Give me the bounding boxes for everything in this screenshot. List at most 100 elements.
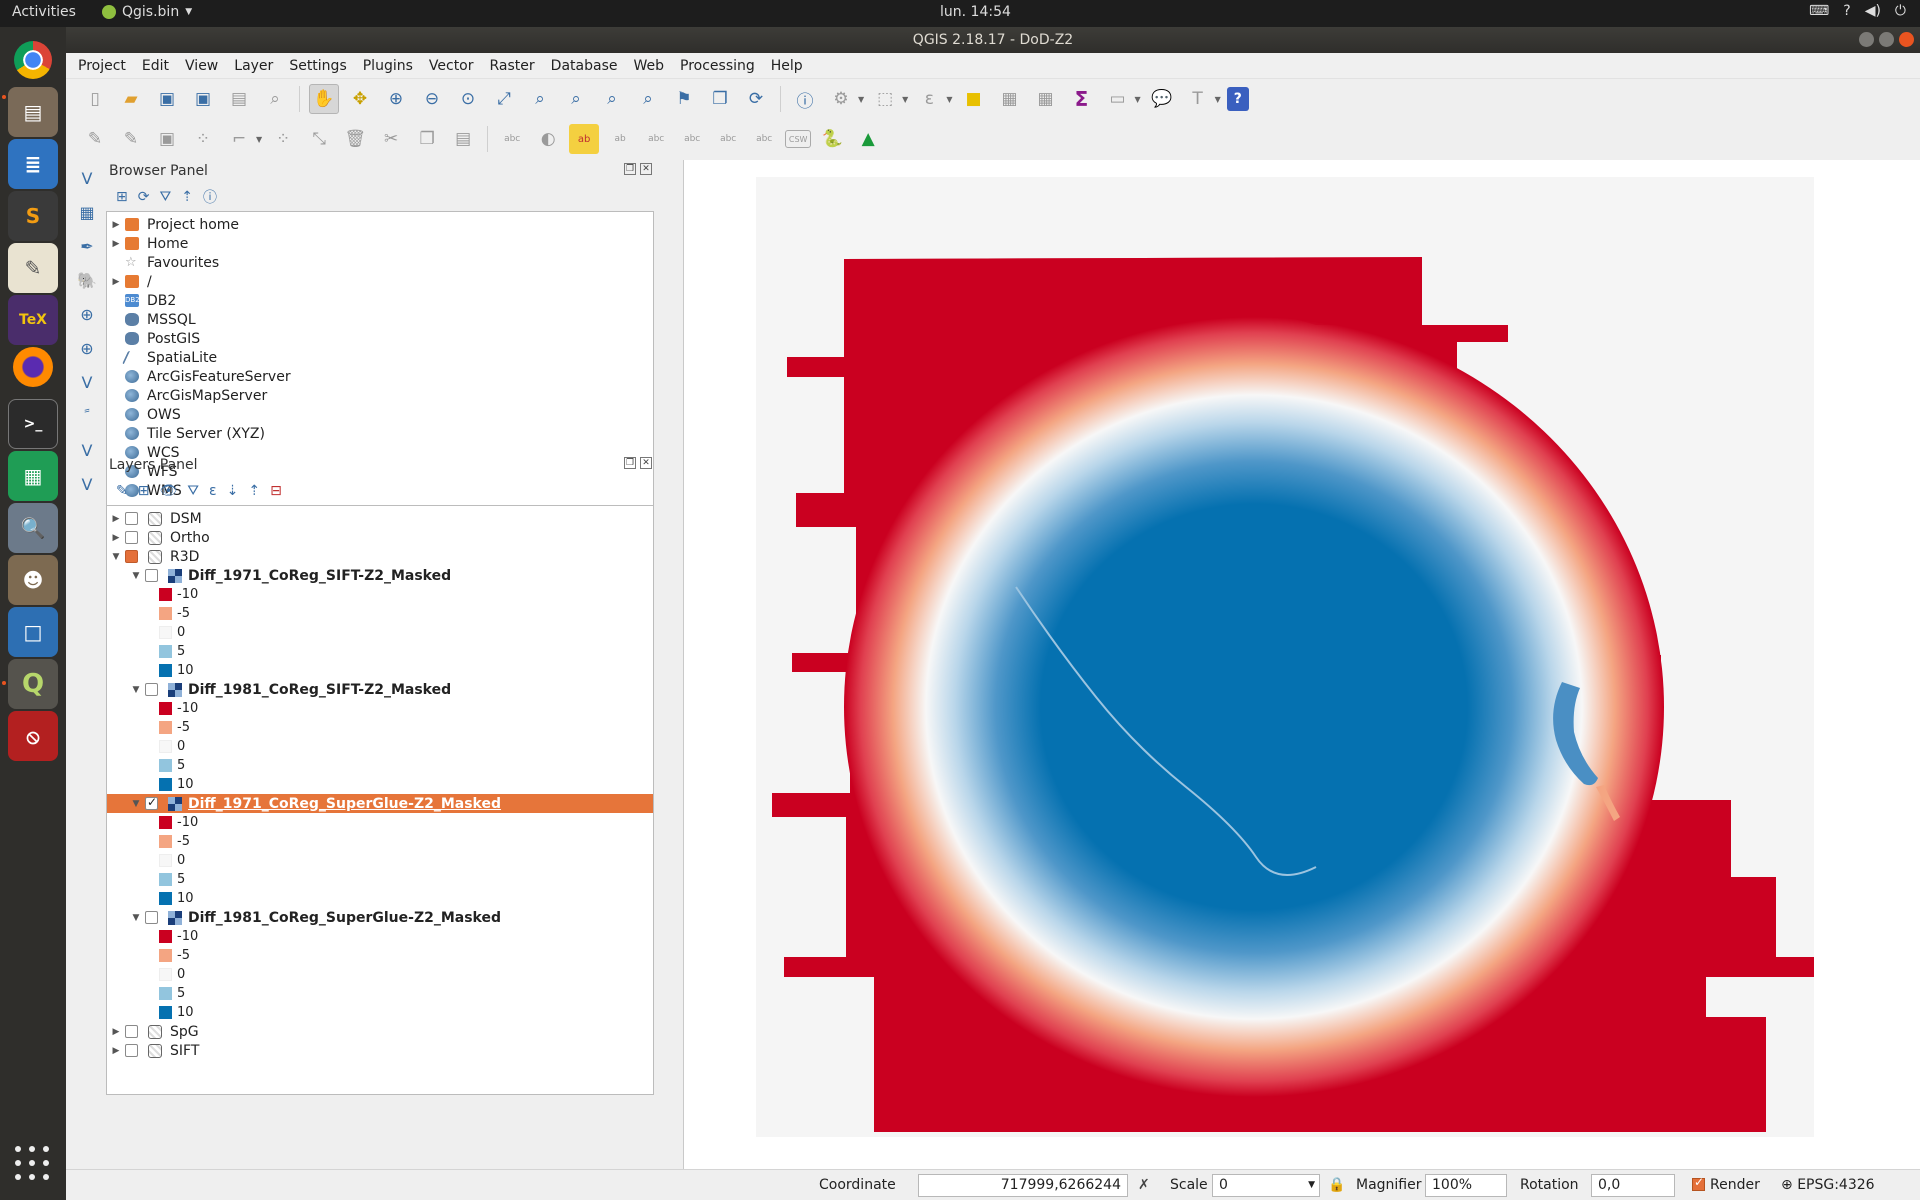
layer-group-row[interactable]: ▶ DSM: [107, 509, 653, 528]
change-label-icon[interactable]: abc: [713, 124, 743, 154]
browser-item[interactable]: OWS: [107, 405, 653, 424]
layer-group-row[interactable]: ▶ SIFT: [107, 1041, 653, 1060]
lock-scale-icon[interactable]: 🔒: [1328, 1177, 1345, 1193]
show-hide-labels-icon[interactable]: ab: [605, 124, 635, 154]
identify-icon[interactable]: ⓘ: [790, 84, 820, 114]
map-canvas[interactable]: [683, 160, 1920, 1169]
chevron-down-icon[interactable]: ▼: [902, 95, 908, 104]
volume-icon[interactable]: ◀): [1865, 3, 1881, 19]
run-feature-action-icon[interactable]: ⚙: [826, 84, 856, 114]
browser-item[interactable]: ArcGisFeatureServer: [107, 367, 653, 386]
menu-view[interactable]: View: [185, 58, 218, 74]
chevron-down-icon[interactable]: ▼: [858, 95, 864, 104]
close-panel-icon[interactable]: ✕: [640, 457, 652, 469]
writer-icon[interactable]: ≣: [8, 139, 58, 189]
coordinate-field[interactable]: 717999,6266244: [918, 1174, 1128, 1197]
keyboard-icon[interactable]: ⌨: [1809, 3, 1829, 19]
current-edits-icon[interactable]: ✎: [80, 124, 110, 154]
system-tray[interactable]: ⌨ ? ◀) ⏻: [1809, 3, 1906, 19]
toggle-editing-icon[interactable]: ✎: [116, 124, 146, 154]
expand-arrow-icon[interactable]: ▶: [107, 220, 125, 230]
filter-expression-icon[interactable]: ε: [209, 483, 217, 499]
paste-features-icon[interactable]: ▤: [448, 124, 478, 154]
raster-layer-row[interactable]: ▼ Diff_1971_CoReg_SuperGlue-Z2_Masked: [107, 794, 653, 813]
collapse-arrow-icon[interactable]: ▼: [127, 913, 145, 923]
print-composer-icon[interactable]: ▤: [224, 84, 254, 114]
raster-layer-row[interactable]: ▼ Diff_1981_CoReg_SuperGlue-Z2_Masked: [107, 908, 653, 927]
browser-item[interactable]: Tile Server (XYZ): [107, 424, 653, 443]
menu-layer[interactable]: Layer: [234, 58, 273, 74]
gimp-icon[interactable]: ☻: [8, 555, 58, 605]
menu-database[interactable]: Database: [551, 58, 618, 74]
rotation-spinbox[interactable]: 0,0: [1591, 1174, 1675, 1197]
layer-visibility-checkbox[interactable]: [145, 569, 158, 582]
zoom-last-icon[interactable]: ⌕: [597, 84, 627, 114]
menu-web[interactable]: Web: [633, 58, 664, 74]
layer-visibility-checkbox[interactable]: [125, 531, 138, 544]
node-tool-icon[interactable]: ⌐: [224, 124, 254, 154]
filter-icon[interactable]: ⛛: [159, 189, 171, 205]
collapse-all-icon[interactable]: ⇡: [248, 483, 260, 499]
label-properties-icon[interactable]: abc: [749, 124, 779, 154]
zoom-selection-icon[interactable]: ⌕: [525, 84, 555, 114]
layer-visibility-checkbox[interactable]: [145, 795, 158, 810]
zoom-in-icon[interactable]: ⊕: [381, 84, 411, 114]
save-project-icon[interactable]: ▣: [152, 84, 182, 114]
chevron-down-icon[interactable]: ▼: [1134, 95, 1140, 104]
select-by-value-icon[interactable]: ε: [914, 84, 944, 114]
show-applications-icon[interactable]: [15, 1146, 51, 1182]
save-edits-icon[interactable]: ▣: [152, 124, 182, 154]
pan-icon[interactable]: ✋: [309, 84, 339, 114]
filter-legend-icon[interactable]: ⛛: [187, 483, 199, 499]
layer-group-row[interactable]: ▼ R3D: [107, 547, 653, 566]
rotate-label-icon[interactable]: abc: [677, 124, 707, 154]
add-selected-layers-icon[interactable]: ⊞: [116, 189, 128, 205]
scale-combo[interactable]: 0 ▼: [1212, 1174, 1320, 1197]
render-checkbox[interactable]: [1692, 1175, 1705, 1191]
layer-visibility-checkbox[interactable]: [125, 512, 138, 525]
menu-plugins[interactable]: Plugins: [363, 58, 413, 74]
browser-item[interactable]: PostGIS: [107, 329, 653, 348]
text-editor-icon[interactable]: ✎: [8, 243, 58, 293]
measure-icon[interactable]: ▭: [1102, 84, 1132, 114]
browser-item[interactable]: ▶ Project home: [107, 215, 653, 234]
virtualbox-icon[interactable]: □: [8, 607, 58, 657]
copy-features-icon[interactable]: ❐: [412, 124, 442, 154]
add-wms-layer-icon[interactable]: ⊕: [72, 299, 102, 329]
add-spatialite-layer-icon[interactable]: ✒: [72, 231, 102, 261]
layer-visibility-checkbox[interactable]: [125, 550, 138, 563]
pin-labels-icon[interactable]: ab: [569, 124, 600, 154]
save-as-icon[interactable]: ▣: [188, 84, 218, 114]
menu-settings[interactable]: Settings: [289, 58, 346, 74]
composer-manager-icon[interactable]: ⌕: [260, 84, 290, 114]
remove-layer-icon[interactable]: ⊟: [270, 483, 282, 499]
menu-help[interactable]: Help: [771, 58, 803, 74]
attribute-table-icon[interactable]: ▦: [994, 84, 1024, 114]
chrome-icon[interactable]: [14, 41, 52, 79]
menu-edit[interactable]: Edit: [142, 58, 169, 74]
layer-group-row[interactable]: ▶ SpG: [107, 1022, 653, 1041]
plugin-icon[interactable]: ▲: [853, 124, 883, 154]
collapse-arrow-icon[interactable]: ▼: [127, 799, 145, 809]
chevron-down-icon[interactable]: ▼: [946, 95, 952, 104]
raster-layer-row[interactable]: ▼ Diff_1981_CoReg_SIFT-Z2_Masked: [107, 680, 653, 699]
close-panel-icon[interactable]: ✕: [640, 163, 652, 175]
browser-item[interactable]: ▶ /: [107, 272, 653, 291]
toggle-extents-icon[interactable]: ✗: [1138, 1177, 1150, 1193]
python-console-icon[interactable]: 🐍: [817, 124, 847, 154]
chevron-down-icon[interactable]: ▼: [256, 135, 262, 144]
collapse-arrow-icon[interactable]: ▼: [127, 571, 145, 581]
image-viewer-icon[interactable]: 🔍: [8, 503, 58, 553]
field-calculator-icon[interactable]: ▦: [1030, 84, 1060, 114]
text-annotation-icon[interactable]: T: [1183, 84, 1213, 114]
layer-visibility-checkbox[interactable]: [125, 1025, 138, 1038]
browser-item[interactable]: ☆ Favourites: [107, 253, 653, 272]
browser-item[interactable]: SpatiaLite: [107, 348, 653, 367]
dod-raster-map[interactable]: [756, 177, 1814, 1137]
zoom-next-icon[interactable]: ⌕: [633, 84, 663, 114]
activities-button[interactable]: Activities: [12, 4, 76, 20]
layer-group-row[interactable]: ▶ Ortho: [107, 528, 653, 547]
statistics-icon[interactable]: Σ: [1066, 84, 1096, 114]
raster-layer-row[interactable]: ▼ Diff_1971_CoReg_SIFT-Z2_Masked: [107, 566, 653, 585]
expand-arrow-icon[interactable]: ▶: [107, 1027, 125, 1037]
